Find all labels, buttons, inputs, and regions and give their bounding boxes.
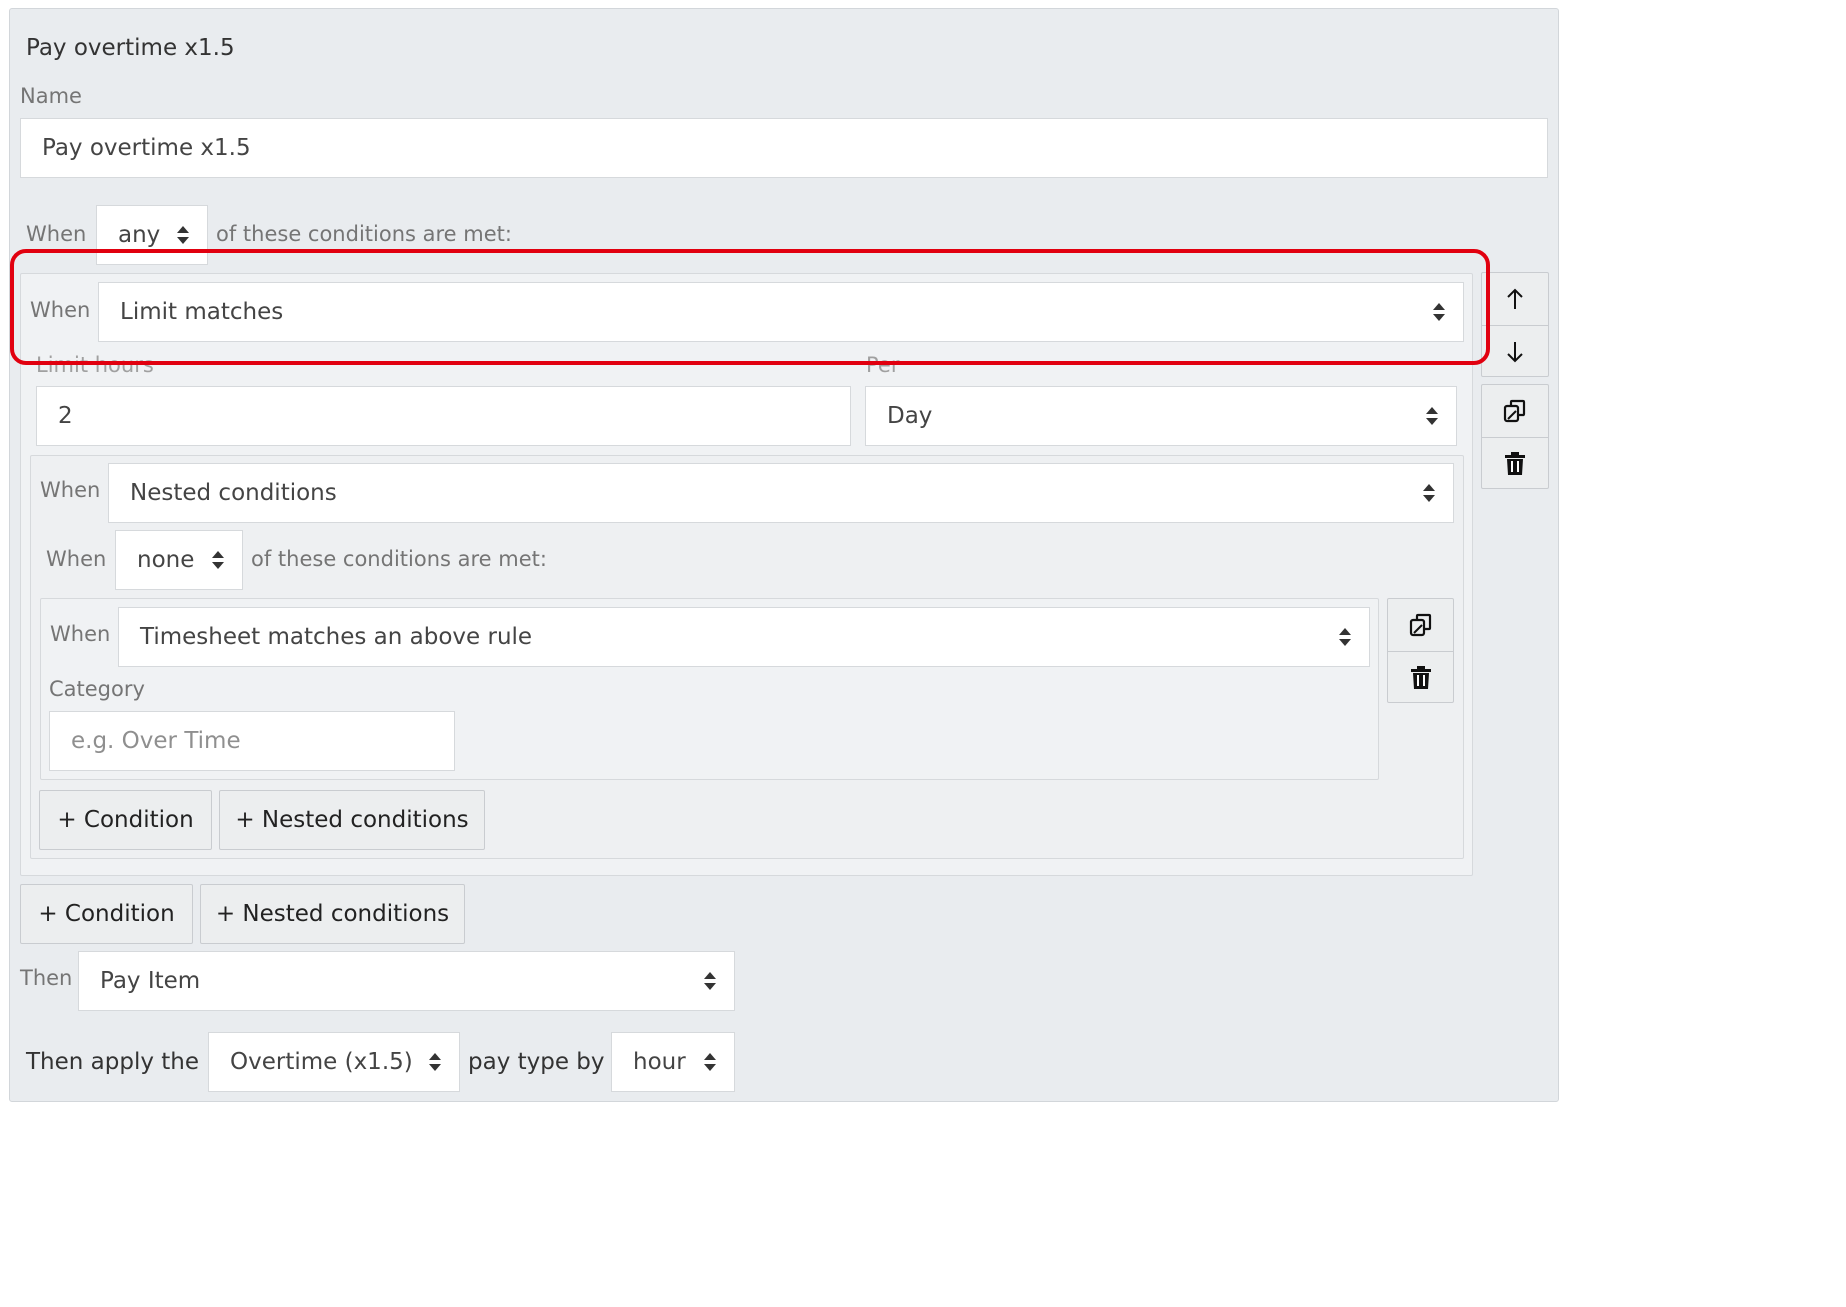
nested-inner-when-label: When [46,547,107,571]
limit-hours-input[interactable]: 2 [36,386,851,446]
per-label: Per [866,353,900,377]
then-label: Then [20,966,73,990]
sort-caret-icon [1339,628,1351,646]
sort-caret-icon [212,551,224,569]
add-nested-button[interactable]: + Nested conditions [200,884,465,944]
sort-caret-icon [1433,303,1445,321]
name-label: Name [20,84,82,108]
per-select[interactable]: Day [865,386,1457,446]
nested-type-select[interactable]: Nested conditions [108,463,1454,523]
sort-caret-icon [704,972,716,990]
nested-when-label: When [40,478,101,502]
inner-condition-type-value: Timesheet matches an above rule [140,624,533,650]
match-mode-select[interactable]: any [96,205,208,265]
inner-condition-type-select[interactable]: Timesheet matches an above rule [118,607,1370,667]
add-condition-button[interactable]: + Condition [20,884,193,944]
pay-type-value: Overtime (x1.5) [230,1049,413,1075]
apply-prefix: Then apply the [26,1049,200,1075]
per-value: Day [887,403,933,429]
copy-icon [1503,399,1526,423]
conditions-suffix: of these conditions are met: [216,222,512,246]
then-action-value: Pay Item [100,968,201,994]
then-action-select[interactable]: Pay Item [78,951,735,1011]
sort-caret-icon [1423,484,1435,502]
sort-caret-icon [177,226,189,244]
duplicate-button[interactable] [1482,385,1548,437]
unit-select[interactable]: hour [611,1032,735,1092]
category-label: Category [49,677,145,701]
condition-move-actions [1481,272,1549,377]
inner-when-label: When [50,622,111,646]
nested-conditions-suffix: of these conditions are met: [251,547,547,571]
name-input[interactable]: Pay overtime x1.5 [20,118,1548,178]
category-input[interactable]: e.g. Over Time [49,711,455,771]
match-mode-value: any [118,222,161,248]
nested-match-mode-select[interactable]: none [115,530,243,590]
trash-icon [1505,452,1525,475]
condition-when-label: When [30,298,91,322]
nested-add-nested-button[interactable]: + Nested conditions [219,790,485,850]
by-label: pay type by [468,1049,605,1075]
unit-value: hour [633,1049,686,1075]
limit-hours-label: Limit hours [36,353,154,377]
when-label: When [26,222,87,246]
inner-delete-button[interactable] [1388,652,1453,704]
arrow-up-icon [1507,288,1523,309]
nested-type-value: Nested conditions [130,480,337,506]
sort-caret-icon [429,1053,441,1071]
inner-condition-actions [1387,598,1454,703]
condition-type-value: Limit matches [120,299,284,325]
nested-match-mode-value: none [137,547,195,573]
move-down-button[interactable] [1482,326,1548,378]
sort-caret-icon [1426,407,1438,425]
delete-button[interactable] [1482,438,1548,490]
nested-add-condition-button[interactable]: + Condition [39,790,212,850]
move-up-button[interactable] [1482,273,1548,325]
inner-duplicate-button[interactable] [1388,599,1453,651]
sort-caret-icon [704,1053,716,1071]
copy-icon [1409,613,1431,637]
pay-type-select[interactable]: Overtime (x1.5) [208,1032,460,1092]
condition-type-select[interactable]: Limit matches [98,282,1464,342]
rule-title: Pay overtime x1.5 [26,35,235,61]
arrow-down-icon [1507,342,1523,363]
trash-icon [1410,666,1431,689]
condition-edit-actions [1481,384,1549,489]
